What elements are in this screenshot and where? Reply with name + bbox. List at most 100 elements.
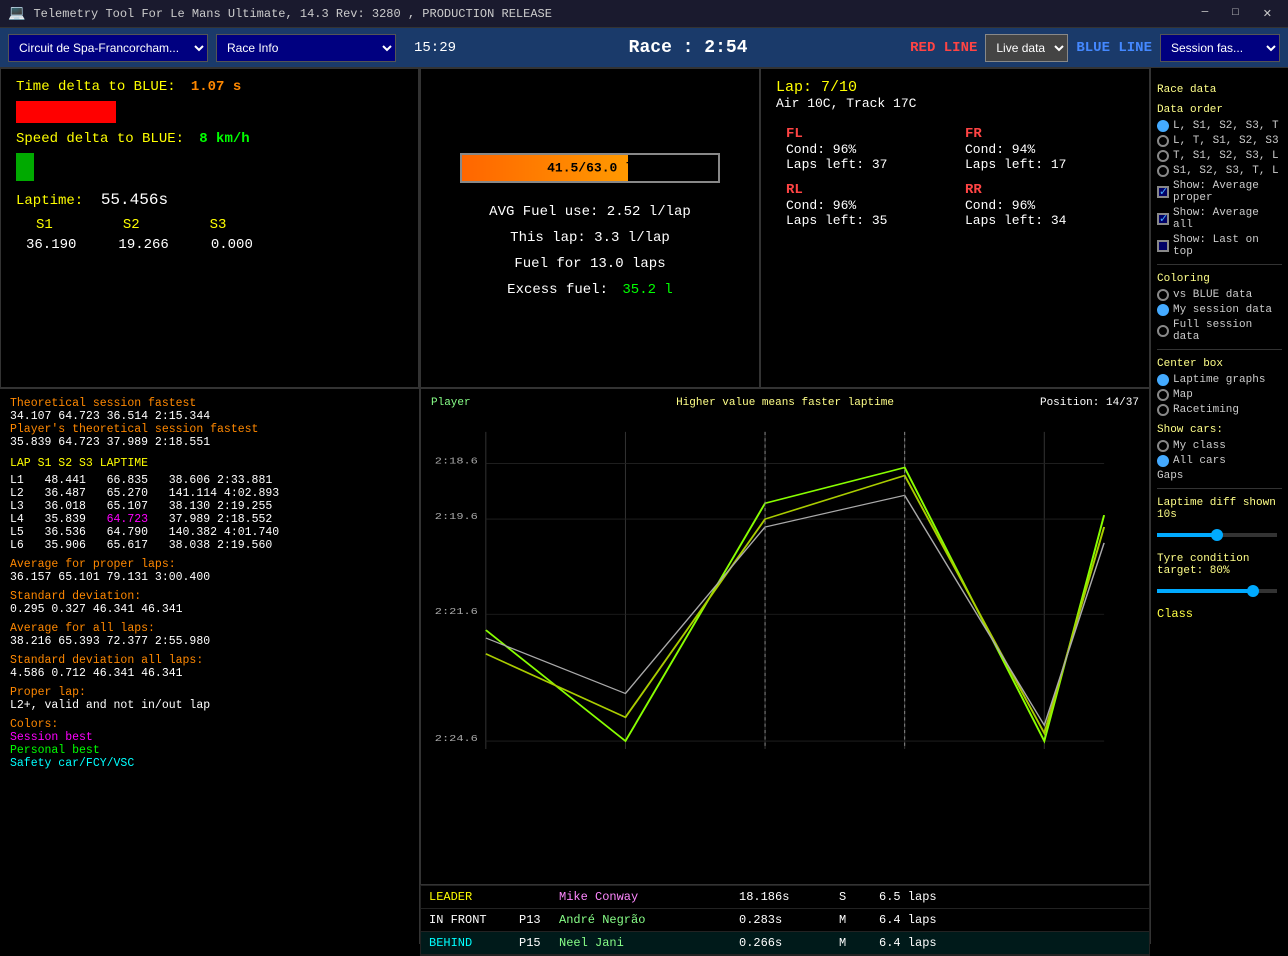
tyre-target-fill [1157, 589, 1253, 593]
lap-row-l1: L1 48.441 66.835 38.606 2:33.881 [10, 474, 409, 487]
chart-title: Higher value means faster laptime [676, 397, 894, 409]
data-order-label-4: S1, S2, S3, T, L [1173, 165, 1279, 177]
data-order-opt1[interactable]: L, S1, S2, S3, T [1157, 120, 1282, 132]
tyre-fr: FR Cond: 94% Laps left: 17 [955, 121, 1134, 177]
svg-text:2:19.6: 2:19.6 [435, 512, 478, 523]
avg-proper-vals: 36.157 65.101 79.131 3:00.400 [10, 571, 409, 584]
show-avg-proper-label: Show: Average proper [1173, 180, 1282, 204]
race-info-select[interactable]: Race Info [216, 34, 396, 62]
tyre-target-thumb[interactable] [1247, 585, 1259, 597]
session-select[interactable]: Session fas... [1160, 34, 1280, 62]
titlebar: 💻 Telemetry Tool For Le Mans Ultimate, 1… [0, 0, 1288, 28]
leaderboard: LEADER Mike Conway 18.186s S 6.5 laps IN… [420, 885, 1150, 956]
lap-data-box: Theoretical session fastest 34.107 64.72… [0, 388, 419, 944]
maximize-button[interactable]: □ [1224, 5, 1247, 23]
s3-header: S3 [210, 217, 227, 233]
rl-name: RL [786, 182, 945, 198]
data-order-opt3[interactable]: T, S1, S2, S3, L [1157, 150, 1282, 162]
center-box-radio-3[interactable] [1157, 404, 1169, 416]
infront-fuel: 6.4 laps [879, 913, 959, 927]
coloring-label: Coloring [1157, 273, 1282, 285]
coloring-radio-1[interactable] [1157, 289, 1169, 301]
center-box-radio-2[interactable] [1157, 389, 1169, 401]
close-button[interactable]: ✕ [1255, 5, 1280, 23]
race-timer: Race : 2:54 [474, 38, 902, 58]
center-box-opt3[interactable]: Racetiming [1157, 404, 1282, 416]
circuit-select[interactable]: Circuit de Spa-Francorcham... [8, 34, 208, 62]
coloring-label-1: vs BLUE data [1173, 289, 1252, 301]
s1-value: 36.190 [26, 237, 76, 253]
show-last-on-top-item[interactable]: Show: Last on top [1157, 234, 1282, 258]
proper-label: Proper lap: [10, 686, 409, 699]
lap-row-l2: L2 36.487 65.270 141.114 4:02.893 [10, 487, 409, 500]
show-cars-radio-2[interactable] [1157, 455, 1169, 467]
laptime-value: 55.456s [101, 191, 168, 209]
show-cars-label: Show cars: [1157, 424, 1282, 436]
mid-panel: 41.5/63.0 l AVG Fuel use: 2.52 l/lap Thi… [420, 68, 1150, 944]
show-avg-all-checkbox[interactable] [1157, 213, 1169, 225]
sector-headers: S1 S2 S3 [16, 217, 403, 233]
lb-row-behind: BEHIND P15 Neel Jani 0.266s M 6.4 laps [421, 932, 1149, 955]
avg-all-vals: 38.216 65.393 72.377 2:55.980 [10, 635, 409, 648]
live-data-select[interactable]: Live data [985, 34, 1068, 62]
tyre-target-slider-container [1157, 581, 1282, 601]
app-title: Telemetry Tool For Le Mans Ultimate, 14.… [33, 7, 1193, 21]
behind-gap: 0.266s [739, 936, 839, 950]
coloring-radio-2[interactable] [1157, 304, 1169, 316]
coloring-opt3[interactable]: Full session data [1157, 319, 1282, 343]
show-cars-opt2[interactable]: All cars [1157, 455, 1282, 467]
show-avg-proper-checkbox[interactable] [1157, 186, 1169, 198]
fl-name: FL [786, 126, 945, 142]
coloring-label-3: Full session data [1173, 319, 1282, 343]
tyre-box: Lap: 7/10 Air 10C, Track 17C FL Cond: 96… [760, 68, 1150, 388]
data-order-radio-3[interactable] [1157, 150, 1169, 162]
data-order-radio-1[interactable] [1157, 120, 1169, 132]
coloring-radio-3[interactable] [1157, 325, 1169, 337]
infront-pos: P13 [519, 913, 559, 927]
show-cars-label-1: My class [1173, 440, 1226, 452]
coloring-opt2[interactable]: My session data [1157, 304, 1282, 316]
main-area: Time delta to BLUE: 1.07 s Speed delta t… [0, 68, 1288, 944]
center-box-radio-1[interactable] [1157, 374, 1169, 386]
current-time: 15:29 [404, 40, 466, 56]
show-cars-opt1[interactable]: My class [1157, 440, 1282, 452]
show-last-on-top-checkbox[interactable] [1157, 240, 1169, 252]
lap-row-l6: L6 35.906 65.617 38.038 2:19.560 [10, 539, 409, 552]
s3-value: 0.000 [211, 237, 253, 253]
excess-val: 35.2 l [622, 282, 672, 298]
data-order-radio-4[interactable] [1157, 165, 1169, 177]
leader-gap: 18.186s [739, 890, 839, 904]
data-order-opt4[interactable]: S1, S2, S3, T, L [1157, 165, 1282, 177]
coloring-opt1[interactable]: vs BLUE data [1157, 289, 1282, 301]
minimize-button[interactable]: ─ [1194, 5, 1217, 23]
color-safety: Safety car/FCY/VSC [10, 757, 409, 770]
center-box-opt2[interactable]: Map [1157, 389, 1282, 401]
show-cars-label-2: All cars [1173, 455, 1226, 467]
lap-table-header: LAP S1 S2 S3 LAPTIME [10, 457, 409, 470]
color-personal: Personal best [10, 744, 409, 757]
laptime-diff-thumb[interactable] [1211, 529, 1223, 541]
show-avg-all-item[interactable]: Show: Average all [1157, 207, 1282, 231]
laptime-diff-slider-container [1157, 525, 1282, 545]
fuel-bar-text: 41.5/63.0 l [547, 161, 633, 176]
behind-fuel: 6.4 laps [879, 936, 959, 950]
s1-header: S1 [36, 217, 53, 233]
fl-laps: Laps left: 37 [786, 157, 945, 172]
data-order-radio-2[interactable] [1157, 135, 1169, 147]
excess-label: Excess fuel: [507, 282, 608, 298]
std-all-label: Standard deviation all laps: [10, 654, 409, 667]
fuel-bar: 41.5/63.0 l [460, 153, 720, 183]
telemetry-box: Time delta to BLUE: 1.07 s Speed delta t… [0, 68, 419, 388]
laptime-diff-slider[interactable] [1157, 533, 1277, 537]
show-avg-proper-item[interactable]: Show: Average proper [1157, 180, 1282, 204]
tyre-target-slider[interactable] [1157, 589, 1277, 593]
color-session: Session best [10, 731, 409, 744]
rl-cond: Cond: 96% [786, 198, 945, 213]
rr-laps: Laps left: 34 [965, 213, 1124, 228]
center-box-label-3: Racetiming [1173, 404, 1239, 416]
divider-3 [1157, 488, 1282, 489]
center-box-opt1[interactable]: Laptime graphs [1157, 374, 1282, 386]
time-delta-value: 1.07 s [191, 79, 241, 95]
data-order-opt2[interactable]: L, T, S1, S2, S3 [1157, 135, 1282, 147]
show-cars-radio-1[interactable] [1157, 440, 1169, 452]
